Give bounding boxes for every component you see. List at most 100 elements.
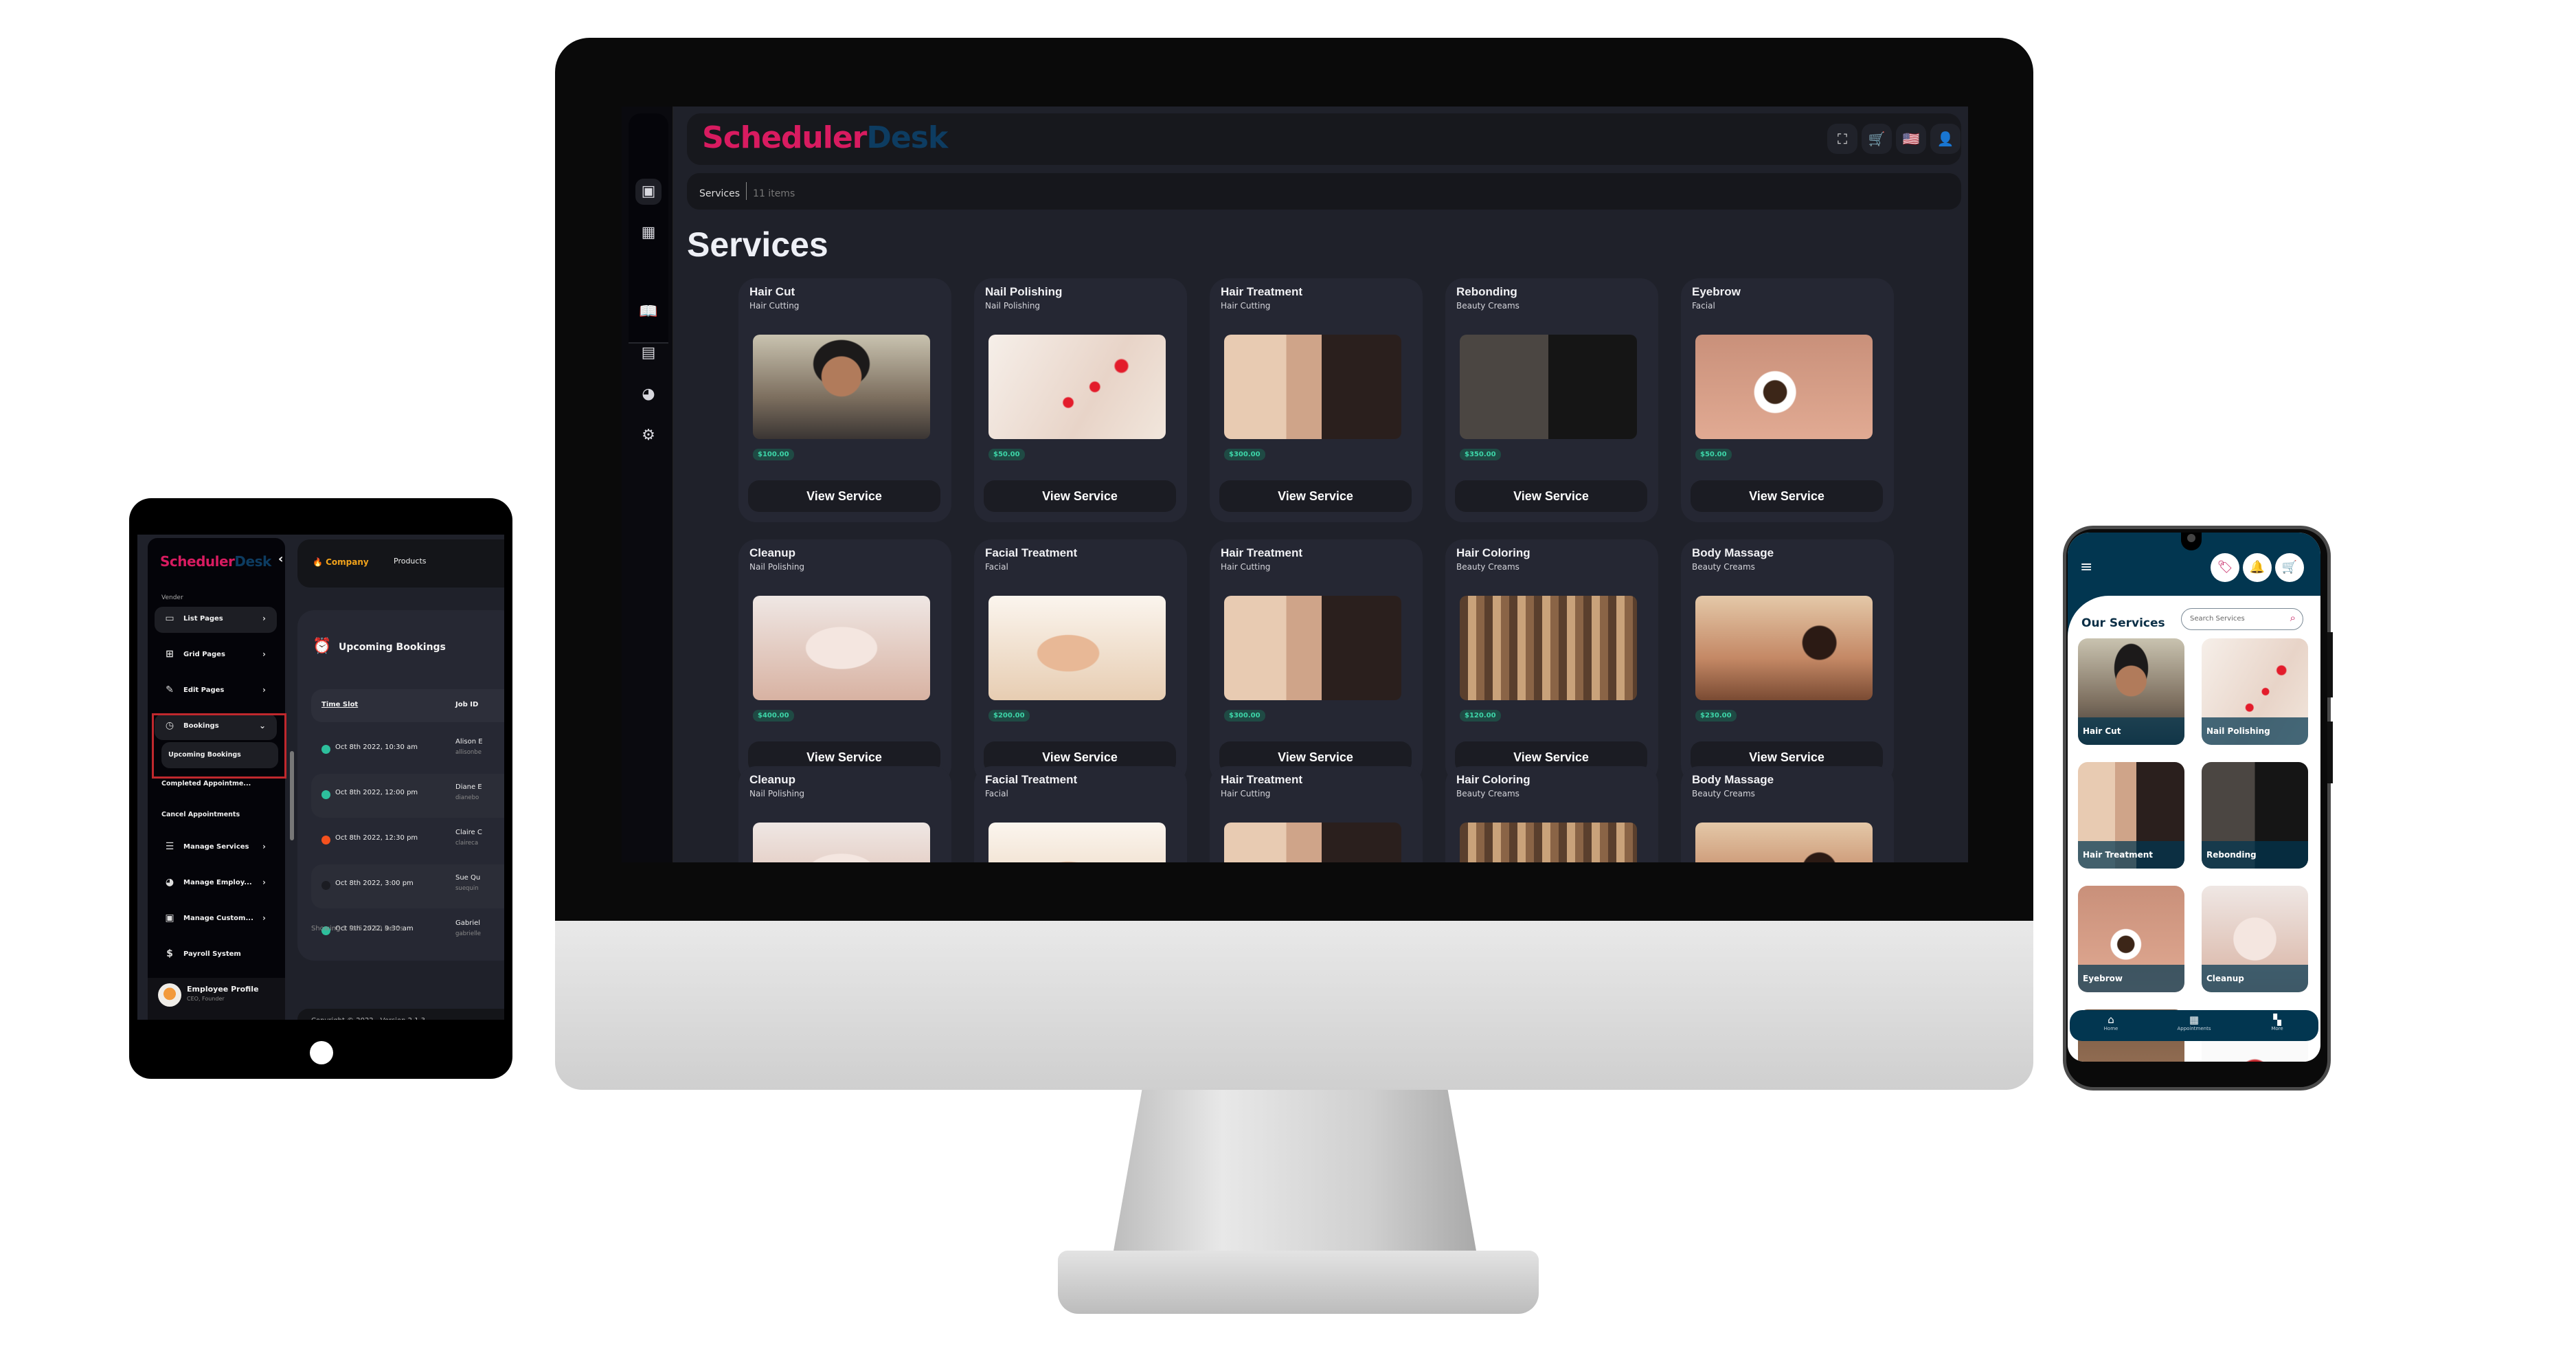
booking-row[interactable]: Oct 8th 2022, 3:00 pm Sue Qu suequin (311, 864, 504, 908)
service-card[interactable]: Body MassageBeauty CreamsView Service (1681, 766, 1894, 862)
bottom-navigation: ⌂ Home ▦ Appointments ▚ More (2070, 1010, 2318, 1041)
offers-tag-button[interactable]: 🏷 (2211, 553, 2239, 582)
breadcrumb-current[interactable]: Services (699, 188, 740, 199)
customer-email: dianebo (455, 794, 479, 801)
submenu-item[interactable]: Completed Appointme... (161, 780, 251, 787)
dashboard-grid-icon[interactable]: ▦ (635, 220, 662, 246)
sidebar-item-list-pages[interactable]: ▭ List Pages › (155, 607, 277, 633)
user-button[interactable]: 👤 (1930, 124, 1961, 154)
company-link[interactable]: 🔥 Company (313, 557, 369, 567)
service-card[interactable]: Hair TreatmentHair CuttingView Service (1210, 766, 1423, 862)
cart-button[interactable]: 🛒 (1862, 124, 1892, 154)
service-card[interactable]: Hair Treatment Hair Cutting $300.00 View Se… (1210, 539, 1423, 783)
employee-profile[interactable]: Employee Profile CEO, Founder (148, 978, 285, 1020)
upcoming-bookings-panel: ⏰ Upcoming Bookings Time Slot Job ID Oct… (297, 610, 504, 961)
document-icon[interactable]: ▤ (635, 340, 662, 366)
cart-button[interactable]: 🛒 (2275, 553, 2304, 582)
sidebar-scrollbar[interactable] (290, 751, 294, 840)
service-card[interactable]: Hair Coloring Beauty Creams $120.00 View Se… (1445, 539, 1658, 783)
service-card[interactable]: Hair Treatment Hair Cutting $300.00 View Se… (1210, 278, 1423, 522)
view-service-button[interactable]: View Service (1219, 480, 1412, 512)
service-card[interactable]: Nail Polishing Nail Polishing $50.00 View S… (974, 278, 1187, 522)
sidebar-item-manage-services[interactable]: ☰ Manage Services › (155, 835, 277, 861)
nav-home[interactable]: ⌂ Home (2070, 1014, 2152, 1031)
service-tile[interactable]: Eyebrow (2078, 886, 2184, 992)
service-category: Beauty Creams (1456, 562, 1519, 572)
service-card[interactable]: Rebonding Beauty Creams $350.00 View Servic… (1445, 278, 1658, 522)
employee-icon[interactable]: ◕ (635, 381, 662, 407)
service-category: Hair Cutting (1221, 301, 1271, 311)
view-service-button[interactable]: View Service (748, 480, 940, 512)
service-image (1224, 823, 1401, 862)
nav-more[interactable]: ▚ More (2236, 1014, 2318, 1031)
customer-email: claireca (455, 840, 479, 847)
chevron-icon: › (262, 877, 266, 887)
service-title: Hair Treatment (1221, 546, 1303, 559)
column-job-id[interactable]: Job ID (455, 701, 478, 708)
fullscreen-button[interactable]: ⛶ (1827, 124, 1857, 154)
service-category: Nail Polishing (985, 301, 1041, 311)
service-tile[interactable]: Cleanup (2202, 886, 2308, 992)
service-card[interactable]: Facial TreatmentFacialView Service (974, 766, 1187, 862)
sidebar-item-grid-pages[interactable]: ⊞ Grid Pages › (155, 642, 277, 669)
price-badge: $300.00 (1224, 710, 1265, 722)
search-icon[interactable]: ⌕ (2290, 612, 2296, 624)
service-card[interactable]: Hair ColoringBeauty CreamsView Service (1445, 766, 1658, 862)
service-card[interactable]: Eyebrow Facial $50.00 View Service (1681, 278, 1894, 522)
service-title: Body Massage (1692, 773, 1774, 786)
booking-row[interactable]: Oct 8th 2022, 10:30 am Alison E allisonbe (311, 728, 504, 772)
products-link[interactable]: Products (394, 557, 427, 566)
price-badge: $230.00 (1695, 710, 1737, 722)
service-category: Hair Cutting (1221, 562, 1271, 572)
service-category: Hair Cutting (749, 301, 800, 311)
book-icon[interactable]: 📖 (635, 299, 662, 325)
submenu-item[interactable]: Cancel Appointments (161, 811, 240, 818)
nav-appointments[interactable]: ▦ Appointments (2153, 1014, 2235, 1031)
service-category: Beauty Creams (1692, 789, 1755, 798)
service-card[interactable]: Facial Treatment Facial $200.00 View Servic… (974, 539, 1187, 783)
service-title: Nail Polishing (985, 285, 1063, 298)
service-tile[interactable]: Rebonding (2202, 762, 2308, 869)
view-service-button[interactable]: View Service (984, 480, 1176, 512)
time-slot: Oct 8th 2022, 3:00 pm (335, 880, 414, 887)
avatar (158, 983, 181, 1007)
devices-icon[interactable]: ▣ (635, 179, 662, 205)
sidebar-item-manage-custom-[interactable]: ▣ Manage Custom... › (155, 906, 277, 932)
column-time-slot[interactable]: Time Slot (321, 701, 358, 708)
service-card[interactable]: Body Massage Beauty Creams $230.00 View Ser… (1681, 539, 1894, 783)
service-card[interactable]: Hair Cut Hair Cutting $100.00 View Service (738, 278, 951, 522)
tablet-topbar: 🔥 Company Products (297, 539, 504, 588)
service-title: Hair Treatment (1221, 285, 1303, 298)
time-slot: Oct 8th 2022, 10:30 am (335, 743, 418, 751)
chevron-icon: › (262, 913, 266, 923)
view-service-button[interactable]: View Service (1691, 480, 1883, 512)
service-tile[interactable]: Nail Polishing (2202, 638, 2308, 745)
language-button[interactable]: 🇺🇸 (1896, 124, 1926, 154)
offers-tag-icon: 🏷 (2217, 560, 2233, 574)
nav-label: Appointments (2177, 1026, 2211, 1031)
tablet-home-button[interactable] (310, 1041, 333, 1064)
service-image (1695, 335, 1873, 439)
service-card[interactable]: Cleanup Nail Polishing $400.00 View Service (738, 539, 951, 783)
booking-row[interactable]: Oct 8th 2022, 12:00 pm Diane E dianebo (311, 774, 504, 818)
service-card[interactable]: CleanupNail PolishingView Service (738, 766, 951, 862)
service-image (988, 335, 1166, 439)
search-input[interactable]: Search Services ⌕ (2181, 608, 2303, 630)
service-tile[interactable]: Hair Cut (2078, 638, 2184, 745)
sidebar-item-edit-pages[interactable]: ✎ Edit Pages › (155, 678, 277, 704)
monitor-chin (555, 921, 2033, 1090)
view-service-button[interactable]: View Service (1455, 480, 1647, 512)
service-tile[interactable]: Hair Treatment (2078, 762, 2184, 869)
booking-row[interactable]: Oct 8th 2022, 12:30 pm Claire C claireca (311, 819, 504, 863)
collapse-sidebar-icon[interactable]: ‹ (278, 552, 283, 566)
app-logo[interactable]: SchedulerDesk (160, 553, 271, 570)
fullscreen-icon: ⛶ (1838, 131, 1847, 147)
sidebar-item-payroll-system[interactable]: $ Payroll System (155, 942, 277, 968)
hamburger-menu-icon[interactable]: ≡ (2080, 559, 2092, 576)
settings-gear-icon[interactable]: ⚙ (635, 423, 662, 449)
price-badge: $200.00 (988, 710, 1030, 722)
notification-bell-button[interactable]: 🔔 (2243, 553, 2272, 582)
sidebar-item-manage-employ-[interactable]: ◕ Manage Employ... › (155, 871, 277, 897)
app-logo[interactable]: SchedulerDesk (702, 120, 948, 155)
customer-name: Alison E (455, 738, 483, 746)
